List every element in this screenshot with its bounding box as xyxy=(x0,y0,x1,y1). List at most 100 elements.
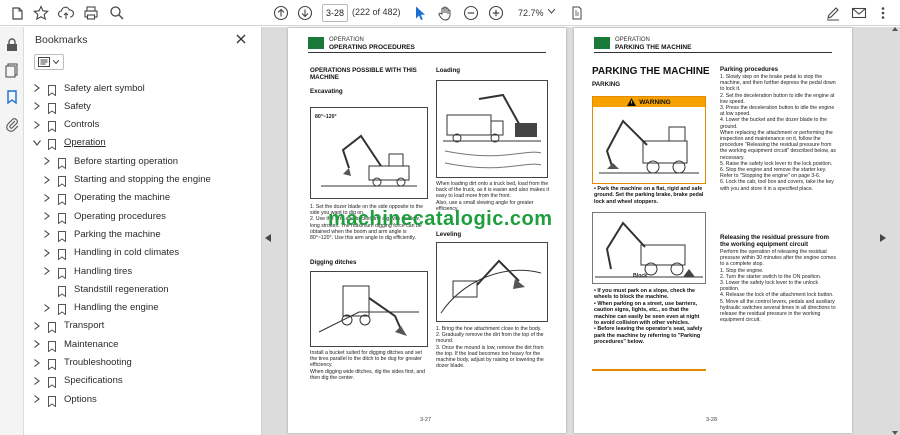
chevron-right-icon[interactable] xyxy=(32,120,42,130)
bookmark-item[interactable]: Transport xyxy=(32,317,104,335)
bookmark-item[interactable]: Parking the machine xyxy=(42,225,161,243)
chevron-right-icon[interactable] xyxy=(42,229,52,239)
bookmark-label: Operating procedures xyxy=(74,210,166,222)
bookmark-flag-icon xyxy=(58,284,66,298)
heading-parking: PARKING xyxy=(592,81,621,88)
bookmark-item[interactable]: Starting and stopping the engine xyxy=(42,171,211,189)
bookmark-item[interactable]: Troubleshooting xyxy=(32,354,132,372)
bookmark-label: Options xyxy=(64,393,97,405)
bookmark-label: Troubleshooting xyxy=(64,357,132,368)
sign-pen-icon[interactable] xyxy=(824,4,842,22)
hand-tool-icon[interactable] xyxy=(436,4,454,22)
chevron-down-icon[interactable] xyxy=(32,138,42,148)
bookmark-label: Safety alert symbol xyxy=(64,82,145,94)
bookmark-flag-icon xyxy=(58,229,66,243)
warning-triangle-icon xyxy=(627,98,637,106)
bookmark-label: Handling the engine xyxy=(74,302,159,314)
attachment-icon[interactable] xyxy=(4,116,20,132)
ditches-text: Install a bucket suited for digging ditc… xyxy=(310,350,426,381)
bookmark-flag-icon xyxy=(48,394,56,408)
heading-leveling: Leveling xyxy=(436,231,462,238)
chevron-right-icon[interactable] xyxy=(32,83,42,93)
bookmark-item[interactable]: Safety alert symbol xyxy=(32,79,145,97)
chevron-right-icon[interactable] xyxy=(32,339,42,349)
next-page-icon[interactable] xyxy=(296,4,314,22)
page-thumbnails-icon[interactable] xyxy=(4,62,20,78)
chevron-right-icon[interactable] xyxy=(32,358,42,368)
collapse-panel-icon[interactable] xyxy=(265,234,271,242)
bookmark-flag-icon xyxy=(58,192,66,206)
bookmark-label: Controls xyxy=(64,119,100,131)
zoom-in-icon[interactable] xyxy=(487,4,505,22)
bookmark-item[interactable]: Options xyxy=(32,390,97,408)
slope-bullets: • If you must park on a slope, check the… xyxy=(594,288,703,346)
expand-right-icon[interactable] xyxy=(880,234,886,242)
bookmark-flag-icon xyxy=(48,357,56,371)
bookmark-label: Transport xyxy=(64,320,105,332)
bookmark-options-button[interactable] xyxy=(34,54,64,70)
bookmark-item[interactable]: Operating the machine xyxy=(42,189,170,207)
previous-page-icon[interactable] xyxy=(272,4,290,22)
page-count: (222 of 482) xyxy=(352,7,401,17)
bookmark-flag-icon xyxy=(48,375,56,389)
lock-icon[interactable] xyxy=(4,37,20,53)
bookmark-item[interactable]: Handling tires xyxy=(42,262,132,280)
header-rule xyxy=(594,52,832,53)
bookmark-item[interactable]: Operation xyxy=(32,134,106,152)
bookmark-flag-icon xyxy=(58,247,66,261)
figure-parked-machine xyxy=(599,119,699,174)
zoom-out-icon[interactable] xyxy=(462,4,480,22)
bookmark-item[interactable]: Before starting operation xyxy=(42,152,178,170)
figure-slope-parking: Block xyxy=(592,212,706,284)
page-fit-icon[interactable] xyxy=(568,4,586,22)
document-area: OPERATION OPERATING PROCEDURES OPERATION… xyxy=(262,27,900,435)
vertical-scrollbar[interactable] xyxy=(892,27,898,435)
watermark: machinecatalogic.com xyxy=(328,208,553,230)
bookmark-item[interactable]: Handling in cold climates xyxy=(42,244,179,262)
chevron-right-icon[interactable] xyxy=(32,376,42,386)
chevron-right-icon[interactable] xyxy=(42,156,52,166)
chevron-right-icon[interactable] xyxy=(42,211,52,221)
bookmark-label: Maintenance xyxy=(64,338,119,350)
bookmark-item[interactable]: Standstill regeneration xyxy=(42,280,169,298)
bookmark-flag-icon xyxy=(48,119,56,133)
bookmark-label: Handling tires xyxy=(74,265,133,277)
page-number: 3-28 xyxy=(706,417,718,423)
figure-loading xyxy=(436,80,548,178)
chevron-right-icon[interactable] xyxy=(42,248,52,258)
bookmark-item[interactable]: Controls xyxy=(32,116,99,134)
email-icon[interactable] xyxy=(850,4,868,22)
page-number-input[interactable]: 3-28 xyxy=(322,4,348,22)
bookmark-label: Specifications xyxy=(64,375,123,387)
zoom-level[interactable]: 72.7% xyxy=(518,4,550,22)
bookmark-item[interactable]: Handling the engine xyxy=(42,299,159,317)
chevron-right-icon[interactable] xyxy=(42,193,52,203)
heading-parking-machine: PARKING THE MACHINE xyxy=(592,66,710,77)
upload-cloud-icon[interactable] xyxy=(57,4,75,22)
chevron-right-icon[interactable] xyxy=(42,266,52,276)
bookmark-item[interactable]: Safety xyxy=(32,97,91,115)
chevron-right-icon[interactable] xyxy=(42,175,52,185)
search-icon[interactable] xyxy=(108,4,126,22)
chevron-right-icon[interactable] xyxy=(32,101,42,111)
pdf-page-right: OPERATION PARKING THE MACHINE PARKING TH… xyxy=(574,28,852,433)
bookmark-label: Operation xyxy=(64,137,106,149)
zoom-dropdown-icon[interactable] xyxy=(548,9,555,14)
chevron-right-icon[interactable] xyxy=(42,303,52,313)
print-icon[interactable] xyxy=(82,4,100,22)
bookmark-item[interactable]: Maintenance xyxy=(32,335,118,353)
select-cursor-icon[interactable] xyxy=(411,4,429,22)
bookmark-item[interactable]: Specifications xyxy=(32,372,123,390)
bookmark-label: Safety xyxy=(64,100,91,112)
close-icon[interactable] xyxy=(234,32,248,46)
chevron-down-icon xyxy=(53,60,59,64)
chevron-right-icon[interactable] xyxy=(32,394,42,404)
home-icon[interactable] xyxy=(8,4,26,22)
chevron-right-icon[interactable] xyxy=(32,321,42,331)
left-tool-rail xyxy=(0,27,24,435)
more-options-icon[interactable] xyxy=(874,4,892,22)
star-icon[interactable] xyxy=(32,4,50,22)
bookmark-icon[interactable] xyxy=(4,89,20,105)
bookmark-item[interactable]: Operating procedures xyxy=(42,207,166,225)
bookmark-flag-icon xyxy=(58,302,66,316)
